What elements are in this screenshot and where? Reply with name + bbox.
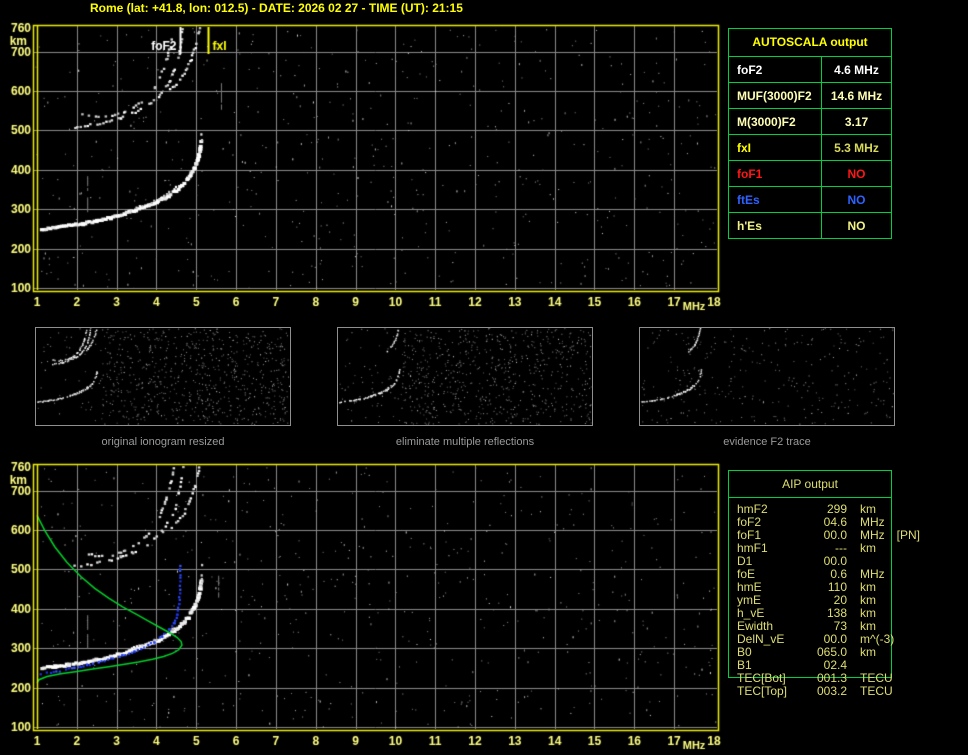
autoscala-row: foF2 4.6 MHz [729,57,891,83]
thumbnail-caption-evidence: evidence F2 trace [723,436,811,448]
autoscala-row-value: NO [847,166,866,181]
autoscala-row-label: foF1 [729,161,822,186]
top-ionogram-plot [0,18,725,315]
page-title: Rome (lat: +41.8, lon: 012.5) - DATE: 20… [90,1,463,15]
autoscala-row-value: 5.3 MHz [834,140,879,155]
autoscala-row-value: 14.6 MHz [830,88,883,103]
autoscala-row: M(3000)F2 3.17 [729,109,891,135]
aip-row-unit [847,659,860,672]
aip-panel-header: AIP output [729,471,891,498]
thumbnail-evidence-f2-trace-canvas [640,328,894,425]
thumbnail-evidence-f2-trace [639,327,895,426]
autoscala-row-value: NO [847,218,866,233]
autoscala-row: fxI 5.3 MHz [729,135,891,161]
thumbnail-caption-eliminate: eliminate multiple reflections [395,436,535,448]
aip-row-unit [847,555,860,568]
autoscala-panel-header: AUTOSCALA output [729,29,891,57]
aip-rows: hmF2 299 km foF2 04.6 MHz foF1 00.0 MHz [PN] hmF1-… [728,503,928,698]
thumbnail-original-ionogram [35,327,291,426]
aip-row-unit: km [860,645,876,659]
autoscala-row: foF1 NO [729,161,891,187]
autoscala-row: MUF(3000)F2 14.6 MHz [729,83,891,109]
aip-row: TEC[Top] 003.2 TECU [728,685,928,698]
bottom-ionogram-plot [0,458,725,755]
autoscala-row-label: fxI [729,135,822,160]
aip-row-value: 003.2 [816,684,847,698]
autoscala-row-label: M(3000)F2 [729,109,822,134]
autoscala-row: ftEs NO [729,187,891,213]
autoscala-row-label: ftEs [729,187,822,212]
autoscala-row-value: 4.6 MHz [834,62,879,77]
aip-row-label: TEC[Top] [737,684,788,698]
thumbnail-eliminate-reflections [337,327,593,426]
aip-row-unit: km [860,541,876,555]
autoscala-row-value: NO [847,192,866,207]
thumbnail-caption-original: original ionogram resized [101,436,225,448]
autoscala-row-label: foF2 [729,57,822,82]
thumbnail-original-ionogram-canvas [36,328,290,425]
autoscala-row-label: MUF(3000)F2 [729,83,822,108]
aip-row-unit: TECU [860,684,893,698]
autoscala-row-value: 3.17 [844,114,869,129]
autoscala-output-panel: AUTOSCALA output foF2 4.6 MHz MUF(3000)F2 1… [728,28,892,239]
aip-row-note: [PN] [896,528,921,542]
autoscala-row: h'Es NO [729,213,891,238]
autoscala-row-label: h'Es [729,213,822,238]
thumbnail-eliminate-reflections-canvas [338,328,592,425]
aip-row: D1 00.0 [728,555,928,568]
autoscala-rows: foF2 4.6 MHz MUF(3000)F2 14.6 MHz M(3000)F2 3… [729,57,891,238]
